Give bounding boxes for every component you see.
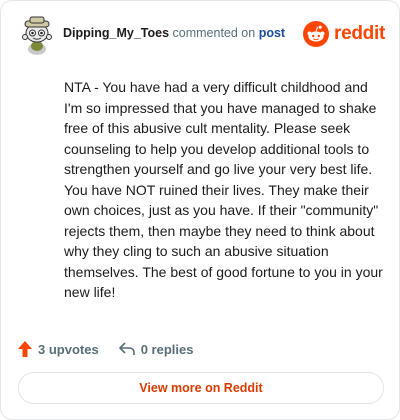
username-link[interactable]: Dipping_My_Toes <box>63 26 169 40</box>
reply-stat[interactable]: 0 replies <box>118 341 194 357</box>
action-text: commented on <box>172 26 256 40</box>
reply-count: 0 replies <box>140 341 194 357</box>
user-avatar[interactable] <box>17 15 57 55</box>
snoo-avatar-icon <box>17 15 57 55</box>
comment-body: NTA - You have had a very difficult chil… <box>64 79 383 300</box>
view-more-button[interactable]: View more on Reddit <box>18 372 384 404</box>
reddit-brand[interactable]: reddit <box>303 21 385 47</box>
comment-footer: 3 upvotes 0 replies <box>18 338 193 360</box>
reddit-logo-icon <box>303 21 330 47</box>
upvote-stat[interactable]: 3 upvotes <box>18 341 99 357</box>
upvote-arrow-icon <box>18 341 32 357</box>
comment-byline: Dipping_My_Toes commented on post <box>63 26 285 40</box>
post-link[interactable]: post <box>259 26 285 40</box>
upvote-count: 3 upvotes <box>38 341 99 357</box>
comment-embed-card: Dipping_My_Toes commented on post reddit… <box>0 0 400 420</box>
reply-arrow-icon <box>118 342 135 355</box>
comment-header: Dipping_My_Toes commented on post reddit <box>17 13 385 57</box>
brand-wordmark: reddit <box>334 23 385 44</box>
